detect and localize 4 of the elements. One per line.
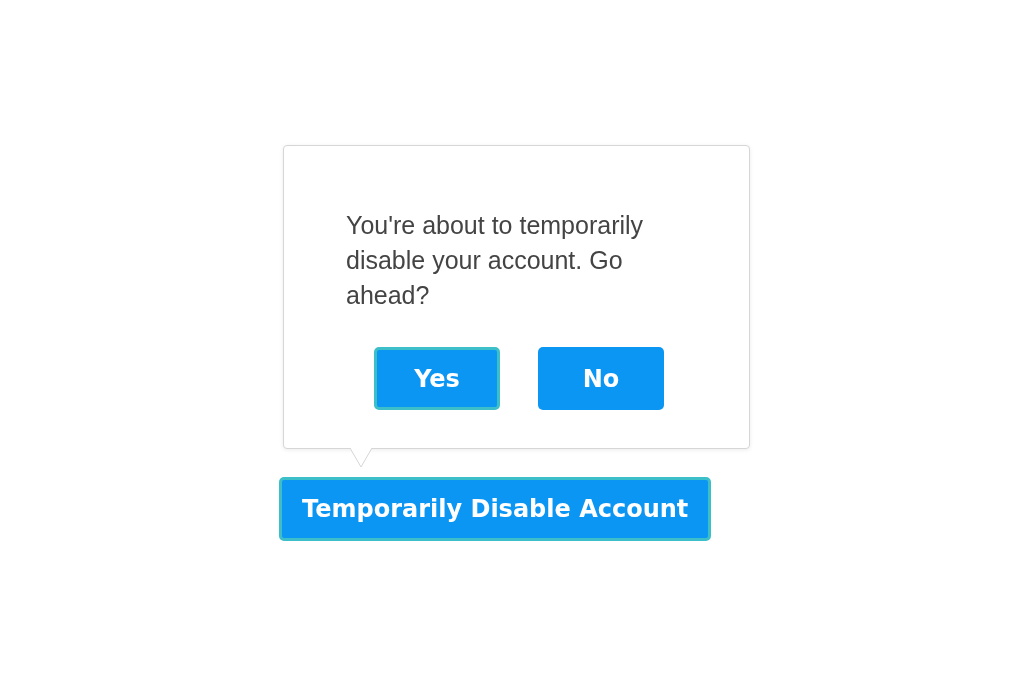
disable-account-button[interactable]: Temporarily Disable Account [279, 477, 712, 541]
popover-message: You're about to temporarily disable your account. Go ahead? [346, 210, 645, 311]
cancel-button[interactable]: No [538, 347, 664, 410]
confirm-button[interactable]: Yes [374, 347, 500, 410]
